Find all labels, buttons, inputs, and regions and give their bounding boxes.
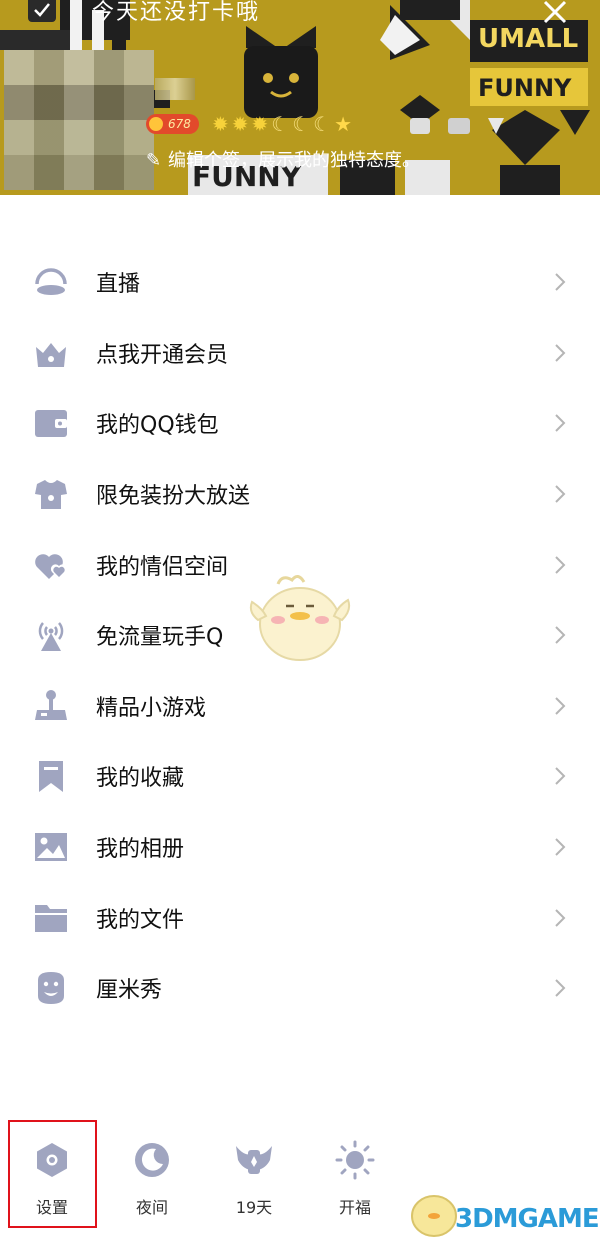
menu-item-label: 我的QQ钱包 — [96, 413, 219, 439]
chevron-right-icon — [555, 979, 566, 997]
menu-item-label: 我的相册 — [96, 837, 185, 863]
chevron-right-icon — [555, 908, 566, 927]
avatar-face-icon — [38, 972, 64, 1005]
crown-icon — [36, 342, 66, 367]
menu-item-label: 我的收藏 — [96, 766, 185, 792]
chevron-right-icon — [555, 626, 566, 644]
chevron-right-icon — [555, 555, 566, 574]
decor-text-2: FUNNY — [478, 74, 572, 102]
chick-mascot-icon — [249, 575, 351, 661]
menu-item-label: 限免装扮大放送 — [96, 484, 251, 510]
menu-item-label: 点我开通会员 — [96, 342, 229, 368]
menu-item-favorites[interactable]: 我的收藏 — [0, 741, 600, 812]
checkin-checkbox[interactable] — [28, 0, 56, 22]
level-icons[interactable]: ✹ ✹ ✹ ☾ ☾ ☾ ★ — [212, 113, 352, 135]
hearts-icon — [35, 553, 68, 579]
chevron-right-icon — [555, 697, 566, 715]
sun-level-icon: ✹ — [231, 112, 249, 136]
menu-item-files[interactable]: 我的文件 — [0, 882, 600, 953]
chevron-right-icon — [555, 414, 566, 433]
menu-item-album[interactable]: 我的相册 — [0, 812, 600, 883]
bottom-settings-button[interactable]: 设置 — [17, 1140, 87, 1218]
bottom-night-mode-button[interactable]: 夜间 — [117, 1140, 187, 1218]
menu-item-mini-games[interactable]: 精品小游戏 — [0, 671, 600, 742]
menu-item-vip[interactable]: 点我开通会员 — [0, 318, 600, 389]
chevron-right-icon — [555, 485, 566, 503]
menu-item-label: 厘米秀 — [96, 978, 163, 1004]
sun-level-icon: ✹ — [212, 112, 229, 136]
menu-item-dressup[interactable]: 限免装扮大放送 — [0, 459, 600, 530]
level-badge[interactable]: 678 — [146, 114, 199, 134]
check-icon — [34, 3, 50, 17]
checkin-banner-text[interactable]: 今天还没打卡哦 — [92, 0, 260, 26]
moon-level-icon: ☾ — [292, 112, 311, 136]
watermark-text: 3DMGAME — [455, 1204, 600, 1234]
username-blurred — [155, 78, 195, 100]
moon-icon — [135, 1143, 169, 1177]
bottom-night-label: 夜间 — [135, 1198, 168, 1217]
chevron-right-icon — [555, 273, 566, 292]
edit-pen-icon: ✎ — [146, 150, 162, 171]
bottom-blessing-label: 开福 — [338, 1198, 371, 1217]
bottom-days-label: 19天 — [235, 1198, 273, 1217]
joystick-icon — [35, 689, 67, 720]
bottom-days-button[interactable]: 19天 — [219, 1140, 289, 1218]
wallet-icon — [35, 410, 67, 438]
wings-icon — [236, 1146, 272, 1174]
menu-item-wallet[interactable]: 我的QQ钱包 — [0, 388, 600, 459]
chevron-right-icon — [555, 838, 566, 856]
chevron-right-icon — [555, 344, 566, 362]
settings-icon — [37, 1143, 67, 1177]
signal-tower-icon — [38, 622, 64, 652]
menu-item-label: 直播 — [96, 272, 141, 298]
profile-header: UMALL FUNNY FUNNY 今天还没打卡哦 678 ✹ ✹ ✹ ☾ ☾ … — [0, 0, 600, 195]
photo-icon — [35, 833, 67, 862]
bottom-settings-label: 设置 — [35, 1198, 68, 1217]
avatar[interactable] — [4, 50, 154, 190]
bookmark-icon — [39, 761, 63, 793]
signature-text: 编辑个签，展示我的独特态度。 — [168, 150, 420, 171]
decor-text-1: UMALL — [478, 24, 579, 54]
live-icon — [35, 268, 67, 296]
menu-item-label: 我的文件 — [96, 907, 185, 933]
achievement-icons[interactable] — [408, 114, 518, 140]
bottom-blessing-button[interactable]: 开福 — [320, 1140, 390, 1218]
menu-item-label: 我的情侣空间 — [96, 554, 229, 580]
sun-level-icon: ✹ — [251, 112, 269, 136]
chevron-right-icon — [555, 767, 566, 786]
folder-icon — [35, 904, 67, 932]
signature[interactable]: ✎ 编辑个签，展示我的独特态度。 — [146, 146, 420, 172]
menu-item-live[interactable]: 直播 — [0, 247, 600, 318]
menu-item-cmshow[interactable]: 厘米秀 — [0, 953, 600, 1024]
sun-icon — [335, 1140, 375, 1180]
tshirt-icon — [35, 480, 67, 510]
moon-level-icon: ☾ — [271, 112, 290, 136]
moon-level-icon: ☾ — [313, 112, 332, 136]
menu-item-label: 免流量玩手Q — [96, 625, 224, 651]
close-icon[interactable] — [538, 0, 572, 28]
star-level-icon: ★ — [334, 112, 353, 136]
menu-item-label: 精品小游戏 — [96, 695, 207, 721]
